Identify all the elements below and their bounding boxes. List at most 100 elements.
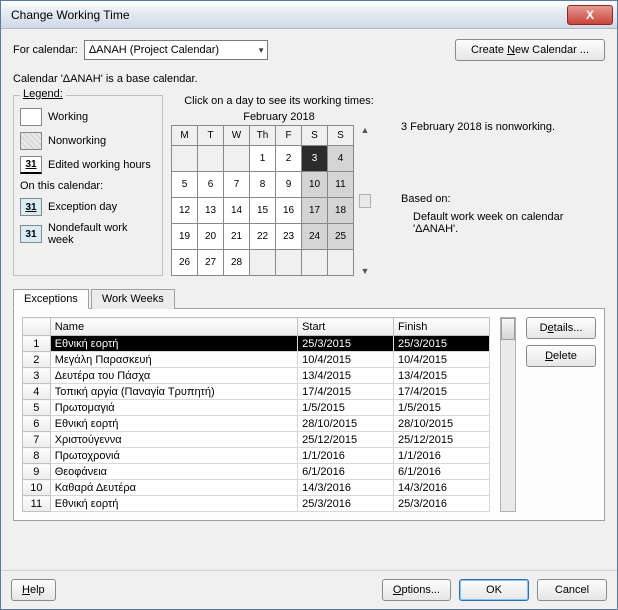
cell-name[interactable]: Εθνική εορτή [50, 496, 297, 512]
cell-finish[interactable]: 25/3/2015 [394, 336, 490, 352]
calendar-day[interactable]: 20 [198, 224, 224, 250]
options-button[interactable]: Options... [382, 579, 451, 601]
create-new-calendar-button[interactable]: Create New Calendar ... [455, 39, 605, 61]
cell-name[interactable]: Τοπική αργία (Παναγία Τρυπητή) [50, 384, 297, 400]
cell-start[interactable]: 10/4/2015 [298, 352, 394, 368]
cell-finish[interactable]: 28/10/2015 [394, 416, 490, 432]
cell-finish[interactable]: 25/3/2016 [394, 496, 490, 512]
calendar-day[interactable] [276, 250, 302, 276]
calendar-day[interactable] [302, 250, 328, 276]
table-row[interactable]: 3Δευτέρα του Πάσχα13/4/201513/4/2015 [23, 368, 490, 384]
calendar-prev[interactable]: ▲ [358, 125, 372, 135]
scroll-thumb[interactable] [501, 318, 515, 340]
cell-start[interactable]: 6/1/2016 [298, 464, 394, 480]
calendar-day[interactable]: 25 [328, 224, 354, 250]
calendar-day[interactable]: 10 [302, 172, 328, 198]
calendar-grid[interactable]: MTWThFSS12345678910111213141516171819202… [171, 125, 354, 276]
cell-start[interactable]: 14/3/2016 [298, 480, 394, 496]
cell-name[interactable]: Χριστούγεννα [50, 432, 297, 448]
table-row[interactable]: 6Εθνική εορτή28/10/201528/10/2015 [23, 416, 490, 432]
calendar-day[interactable]: 13 [198, 198, 224, 224]
calendar-day[interactable]: 7 [224, 172, 250, 198]
cell-start[interactable]: 25/12/2015 [298, 432, 394, 448]
cell-name[interactable]: Καθαρά Δευτέρα [50, 480, 297, 496]
calendar-day[interactable]: 5 [172, 172, 198, 198]
table-row[interactable]: 1Εθνική εορτή25/3/201525/3/2015 [23, 336, 490, 352]
cell-finish[interactable]: 13/4/2015 [394, 368, 490, 384]
table-row[interactable]: 5Πρωτομαγιά1/5/20151/5/2015 [23, 400, 490, 416]
col-finish[interactable]: Finish [394, 318, 490, 336]
cell-finish[interactable]: 1/1/2016 [394, 448, 490, 464]
cell-start[interactable]: 25/3/2015 [298, 336, 394, 352]
cell-name[interactable]: Εθνική εορτή [50, 336, 297, 352]
table-row[interactable]: 4Τοπική αργία (Παναγία Τρυπητή)17/4/2015… [23, 384, 490, 400]
col-start[interactable]: Start [298, 318, 394, 336]
close-button[interactable]: X [567, 5, 613, 25]
tab-exceptions[interactable]: Exceptions [13, 289, 89, 309]
details-button[interactable]: Details... [526, 317, 596, 339]
calendar-day[interactable]: 23 [276, 224, 302, 250]
calendar-day[interactable]: 9 [276, 172, 302, 198]
calendar-day[interactable] [328, 250, 354, 276]
calendar-day[interactable]: 19 [172, 224, 198, 250]
calendar-day[interactable]: 17 [302, 198, 328, 224]
cell-finish[interactable]: 6/1/2016 [394, 464, 490, 480]
calendar-day[interactable]: 1 [250, 146, 276, 172]
cell-start[interactable]: 1/1/2016 [298, 448, 394, 464]
cell-finish[interactable]: 25/12/2015 [394, 432, 490, 448]
grid-vscrollbar[interactable] [500, 317, 516, 512]
cell-name[interactable]: Δευτέρα του Πάσχα [50, 368, 297, 384]
calendar-day[interactable] [198, 146, 224, 172]
calendar-scroll-thumb[interactable] [359, 194, 371, 208]
calendar-day[interactable]: 12 [172, 198, 198, 224]
calendar-day[interactable]: 26 [172, 250, 198, 276]
calendar-day[interactable] [250, 250, 276, 276]
table-row[interactable]: 11Εθνική εορτή25/3/201625/3/2016 [23, 496, 490, 512]
help-button[interactable]: Help [11, 579, 56, 601]
cell-start[interactable]: 17/4/2015 [298, 384, 394, 400]
calendar-day[interactable]: 4 [328, 146, 354, 172]
exceptions-grid[interactable]: NameStartFinish1Εθνική εορτή25/3/201525/… [22, 317, 490, 512]
calendar-day[interactable]: 11 [328, 172, 354, 198]
calendar-day[interactable]: 14 [224, 198, 250, 224]
calendar-day[interactable]: 24 [302, 224, 328, 250]
cell-name[interactable]: Πρωτομαγιά [50, 400, 297, 416]
calendar-next[interactable]: ▼ [358, 266, 372, 276]
calendar-day[interactable]: 3 [302, 146, 328, 172]
calendar-combo[interactable]: ΔΑNAH (Project Calendar) ▾ [84, 40, 269, 60]
cell-finish[interactable]: 1/5/2015 [394, 400, 490, 416]
cell-finish[interactable]: 10/4/2015 [394, 352, 490, 368]
tab-work-weeks[interactable]: Work Weeks [91, 289, 175, 309]
calendar-day[interactable]: 21 [224, 224, 250, 250]
cell-finish[interactable]: 17/4/2015 [394, 384, 490, 400]
table-row[interactable]: 10Καθαρά Δευτέρα14/3/201614/3/2016 [23, 480, 490, 496]
cell-start[interactable]: 1/5/2015 [298, 400, 394, 416]
table-row[interactable]: 9Θεοφάνεια6/1/20166/1/2016 [23, 464, 490, 480]
table-row[interactable]: 8Πρωτοχρονιά1/1/20161/1/2016 [23, 448, 490, 464]
calendar-day[interactable]: 6 [198, 172, 224, 198]
cell-name[interactable]: Εθνική εορτή [50, 416, 297, 432]
calendar-day[interactable]: 27 [198, 250, 224, 276]
cell-start[interactable]: 28/10/2015 [298, 416, 394, 432]
calendar-day[interactable]: 28 [224, 250, 250, 276]
calendar-day[interactable] [172, 146, 198, 172]
cell-finish[interactable]: 14/3/2016 [394, 480, 490, 496]
calendar-day[interactable]: 22 [250, 224, 276, 250]
ok-button[interactable]: OK [459, 579, 529, 601]
calendar-day[interactable]: 15 [250, 198, 276, 224]
calendar-day[interactable]: 2 [276, 146, 302, 172]
cell-name[interactable]: Θεοφάνεια [50, 464, 297, 480]
calendar-day[interactable] [224, 146, 250, 172]
delete-button[interactable]: Delete [526, 345, 596, 367]
calendar-day[interactable]: 8 [250, 172, 276, 198]
calendar-day[interactable]: 16 [276, 198, 302, 224]
cell-name[interactable]: Πρωτοχρονιά [50, 448, 297, 464]
cancel-button[interactable]: Cancel [537, 579, 607, 601]
table-row[interactable]: 2Μεγάλη Παρασκευή10/4/201510/4/2015 [23, 352, 490, 368]
cell-start[interactable]: 25/3/2016 [298, 496, 394, 512]
calendar-day[interactable]: 18 [328, 198, 354, 224]
table-row[interactable]: 7Χριστούγεννα25/12/201525/12/2015 [23, 432, 490, 448]
col-name[interactable]: Name [50, 318, 297, 336]
cell-name[interactable]: Μεγάλη Παρασκευή [50, 352, 297, 368]
cell-start[interactable]: 13/4/2015 [298, 368, 394, 384]
